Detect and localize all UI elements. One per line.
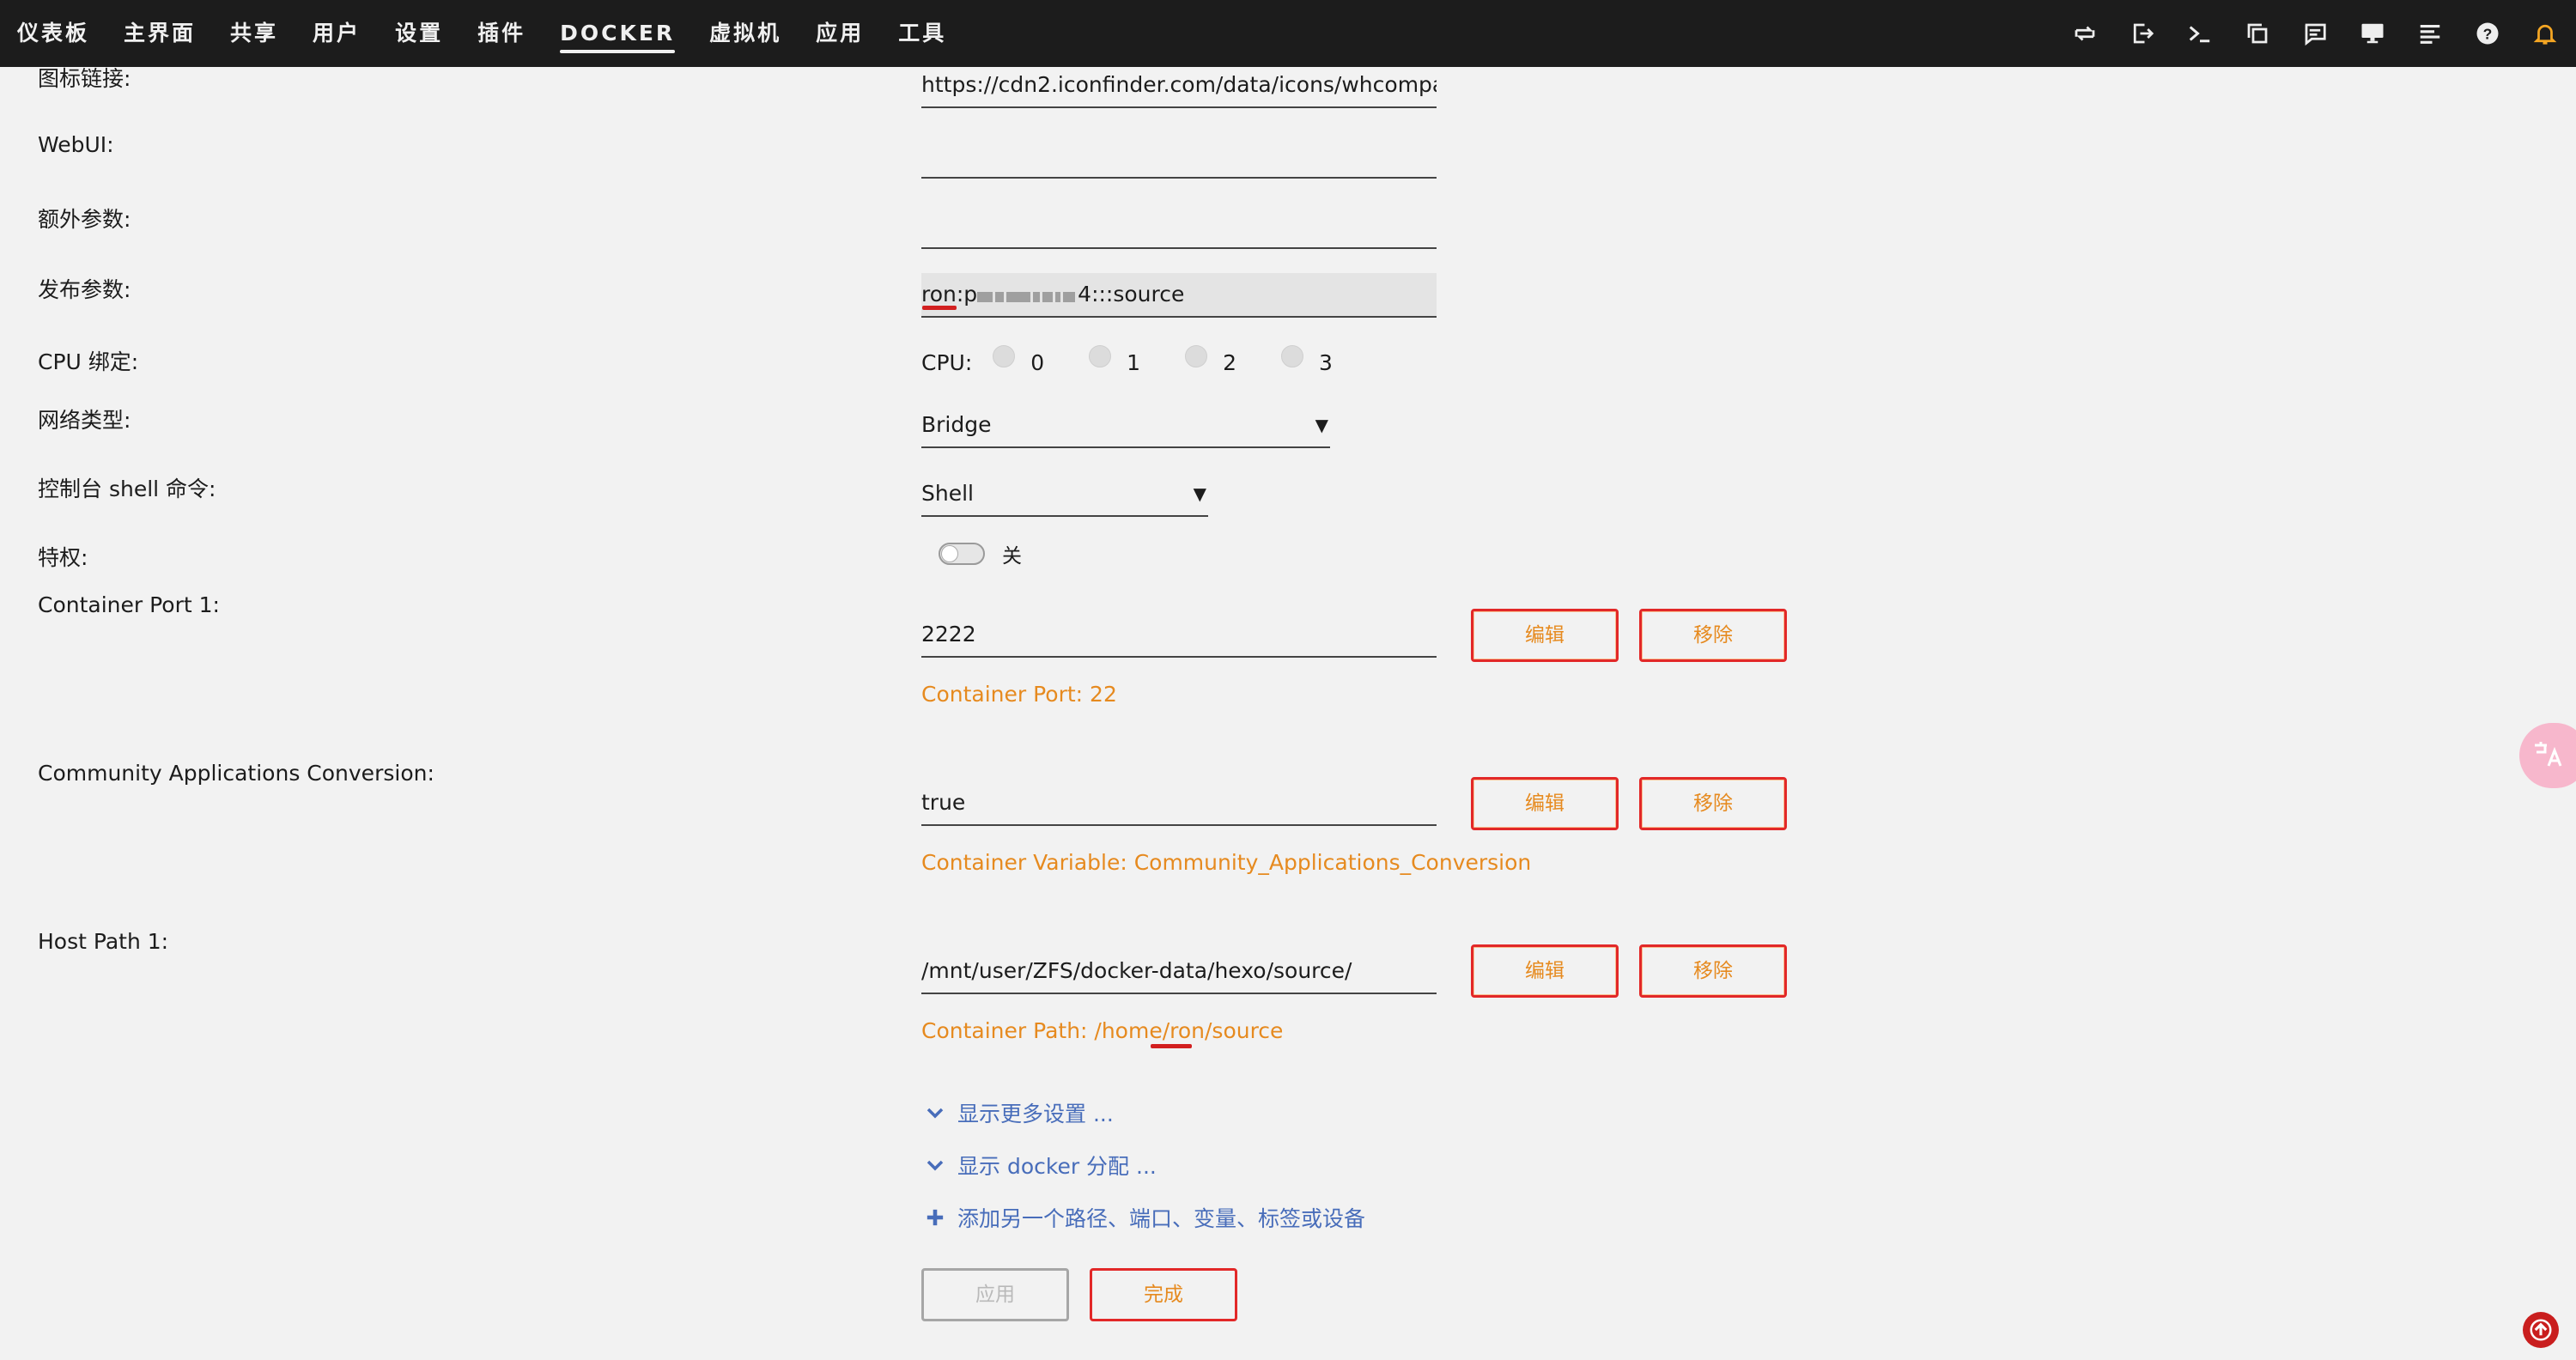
checkbox[interactable]: [1185, 345, 1208, 367]
log-icon[interactable]: [2411, 15, 2449, 52]
dropdown-arrow-icon: ▼: [1315, 415, 1328, 435]
post-args-input[interactable]: ron:p 4:::source: [921, 273, 1437, 318]
host-path1-input[interactable]: /mnt/user/ZFS/docker-data/hexo/source/: [921, 950, 1437, 994]
plus-icon: [923, 1205, 947, 1229]
ca-conversion-value: true: [921, 790, 966, 815]
top-navigation-bar: 仪表板 主界面 共享 用户 设置 插件 DOCKER 虚拟机 应用 工具 ?: [0, 0, 2576, 67]
nav-main[interactable]: 主界面: [124, 0, 196, 67]
cpu-pinning: CPU: 0 1 2 3: [921, 343, 1377, 381]
cpu-core-3[interactable]: 3: [1280, 345, 1333, 375]
done-button[interactable]: 完成: [1090, 1268, 1237, 1321]
nav-plugins[interactable]: 插件: [477, 0, 526, 67]
nav-users[interactable]: 用户: [313, 0, 361, 67]
ca-conversion-remove-button[interactable]: 移除: [1639, 777, 1787, 830]
privileged-state: 关: [1002, 545, 1022, 568]
webui-input[interactable]: [921, 134, 1437, 179]
lbl-port1: Container Port 1:: [38, 592, 220, 617]
cpu-core-label: 1: [1127, 349, 1141, 375]
console-shell-select[interactable]: Shell ▼: [921, 472, 1208, 517]
lbl-icon-url: 图标链接:: [38, 66, 131, 91]
add-another-label: 添加另一个路径、端口、变量、标签或设备: [957, 1206, 1366, 1231]
host-path1-edit-button[interactable]: 编辑: [1471, 944, 1619, 998]
nav-dashboard[interactable]: 仪表板: [17, 0, 89, 67]
checkbox[interactable]: [1089, 345, 1112, 367]
monitor-icon[interactable]: [2354, 15, 2391, 52]
nav-shares[interactable]: 共享: [230, 0, 278, 67]
feedback-icon[interactable]: [2296, 15, 2334, 52]
redacted-blur: [977, 274, 1078, 316]
port1-description: Container Port: 22: [921, 682, 1117, 707]
icon-url-value: https://cdn2.iconfinder.com/data/icons/w…: [921, 72, 1437, 97]
nav-docker[interactable]: DOCKER: [560, 0, 676, 67]
refresh-icon[interactable]: [2066, 15, 2104, 52]
extra-params-input[interactable]: [921, 204, 1437, 249]
lbl-ca-conversion: Community Applications Conversion:: [38, 761, 434, 786]
chevron-down-icon: [923, 1101, 947, 1125]
console-shell-value: Shell: [921, 481, 974, 506]
lbl-extra-params: 额外参数:: [38, 207, 131, 232]
privileged-toggle[interactable]: [939, 543, 985, 565]
toggle-knob: [941, 545, 958, 562]
ca-conversion-input[interactable]: true: [921, 781, 1437, 826]
nav-vms[interactable]: 虚拟机: [709, 0, 781, 67]
privileged-toggle-wrap: 关: [939, 539, 1022, 568]
lbl-shell: 控制台 shell 命令:: [38, 477, 216, 501]
nav-tools[interactable]: 工具: [898, 0, 946, 67]
lbl-host-path1: Host Path 1:: [38, 929, 169, 954]
checkbox[interactable]: [993, 345, 1016, 367]
copy-icon[interactable]: [2239, 15, 2276, 52]
dropdown-arrow-icon: ▼: [1193, 483, 1206, 504]
port1-edit-button[interactable]: 编辑: [1471, 609, 1619, 662]
apply-button[interactable]: 应用: [921, 1268, 1069, 1321]
red-underline-mark: [1151, 1044, 1192, 1048]
cpu-core-label: 0: [1030, 349, 1045, 375]
lbl-network: 网络类型:: [38, 408, 131, 433]
cpu-core-label: 2: [1223, 349, 1236, 375]
main-menu: 仪表板 主界面 共享 用户 设置 插件 DOCKER 虚拟机 应用 工具: [17, 0, 981, 67]
host-path1-value: /mnt/user/ZFS/docker-data/hexo/source/: [921, 958, 1352, 983]
port1-input[interactable]: 2222: [921, 613, 1437, 658]
cpu-core-0[interactable]: 0: [993, 345, 1045, 375]
cpu-core-label: 3: [1318, 349, 1333, 375]
translate-icon: [2531, 737, 2566, 774]
post-args-suffix: 4:::source: [1078, 282, 1185, 307]
icon-url-input[interactable]: https://cdn2.iconfinder.com/data/icons/w…: [921, 64, 1437, 108]
translate-widget[interactable]: [2519, 723, 2576, 788]
network-type-value: Bridge: [921, 412, 992, 437]
nav-settings[interactable]: 设置: [395, 0, 443, 67]
scroll-to-top-button[interactable]: [2523, 1312, 2559, 1348]
checkbox[interactable]: [1280, 345, 1303, 367]
bell-icon[interactable]: [2526, 15, 2564, 52]
show-more-settings-label: 显示更多设置 ...: [957, 1102, 1114, 1126]
cpu-core-2[interactable]: 2: [1185, 345, 1236, 375]
terminal-icon[interactable]: [2181, 15, 2219, 52]
lbl-post-args: 发布参数:: [38, 277, 131, 302]
host-path1-description: Container Path: /home/ron/source: [921, 1018, 1284, 1043]
lbl-privileged: 特权:: [38, 545, 88, 570]
show-docker-allocation-label: 显示 docker 分配 ...: [957, 1154, 1157, 1179]
port1-value: 2222: [921, 622, 976, 647]
arrow-up-icon: [2530, 1319, 2552, 1341]
nav-apps[interactable]: 应用: [816, 0, 864, 67]
chevron-down-icon: [923, 1153, 947, 1177]
show-more-settings-link[interactable]: 显示更多设置 ...: [923, 1097, 1114, 1128]
add-another-link[interactable]: 添加另一个路径、端口、变量、标签或设备: [923, 1202, 1365, 1233]
red-underline-mark: [922, 306, 957, 310]
lbl-webui: WebUI:: [38, 132, 114, 157]
ca-conversion-description: Container Variable: Community_Applicatio…: [921, 850, 1532, 875]
cpu-prefix: CPU:: [921, 349, 973, 375]
ca-conversion-edit-button[interactable]: 编辑: [1471, 777, 1619, 830]
lbl-cpu: CPU 绑定:: [38, 349, 139, 374]
header-icons: ?: [2046, 0, 2564, 67]
logout-icon[interactable]: [2123, 15, 2161, 52]
show-docker-allocation-link[interactable]: 显示 docker 分配 ...: [923, 1150, 1157, 1181]
help-icon[interactable]: ?: [2469, 15, 2506, 52]
post-args-prefix: ron:p: [921, 282, 978, 307]
svg-text:?: ?: [2483, 25, 2493, 42]
cpu-core-1[interactable]: 1: [1089, 345, 1141, 375]
network-type-select[interactable]: Bridge ▼: [921, 404, 1330, 448]
host-path1-remove-button[interactable]: 移除: [1639, 944, 1787, 998]
port1-remove-button[interactable]: 移除: [1639, 609, 1787, 662]
